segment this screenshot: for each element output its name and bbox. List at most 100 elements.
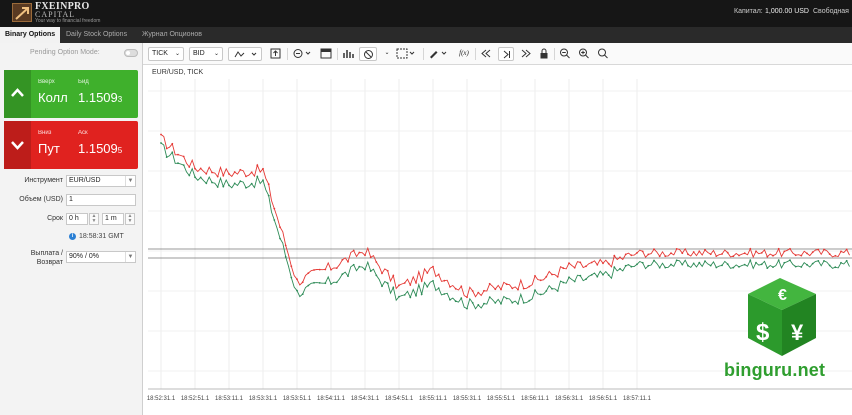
tick-point-ask bbox=[811, 251, 814, 254]
tick-point-ask bbox=[182, 155, 185, 158]
tick-point-ask bbox=[194, 167, 196, 170]
capital-label: Капитал: bbox=[734, 8, 763, 15]
tab-options-journal[interactable]: Журнал Опционов bbox=[137, 27, 207, 43]
tick-point-bid bbox=[704, 260, 706, 263]
tick-point-ask bbox=[704, 248, 706, 251]
tick-point-bid bbox=[392, 286, 395, 289]
x-tick-label: 18:56:51.1 bbox=[589, 396, 618, 402]
tick-point-ask bbox=[743, 252, 746, 255]
zoom-reset-icon bbox=[598, 48, 608, 59]
tick-point-bid bbox=[443, 293, 446, 295]
tick-point-ask bbox=[568, 262, 570, 264]
tick-point-bid bbox=[347, 275, 349, 277]
tick-point-ask bbox=[301, 281, 304, 284]
save-chart-button[interactable] bbox=[268, 47, 282, 61]
tick-point-ask bbox=[738, 254, 740, 257]
function-icon[interactable]: f(x) bbox=[457, 47, 471, 61]
x-tick-label: 18:55:31.1 bbox=[453, 396, 482, 402]
chevron-down-icon: ▼ bbox=[125, 176, 135, 186]
tick-point-bid bbox=[301, 293, 304, 295]
fast-forward-button[interactable] bbox=[519, 47, 533, 61]
tick-point-bid bbox=[664, 266, 667, 269]
tick-point-bid bbox=[381, 285, 383, 288]
tick-point-ask bbox=[420, 280, 423, 282]
period-select[interactable]: TICK ⌄ bbox=[148, 47, 184, 61]
layout-button[interactable] bbox=[395, 47, 419, 61]
instrument-value: EUR/USD bbox=[69, 177, 101, 184]
zoom-out-icon bbox=[560, 48, 570, 59]
tick-point-ask bbox=[721, 253, 723, 255]
tick-point-bid bbox=[630, 265, 633, 268]
tick-point-ask bbox=[590, 261, 593, 264]
tick-point-bid bbox=[783, 261, 786, 264]
tick-point-ask bbox=[426, 272, 429, 274]
chart-toolbar: TICK ⌄ BID ⌄ ⌄ f(x) bbox=[143, 43, 852, 65]
tick-point-bid bbox=[607, 274, 610, 276]
line-chart-icon bbox=[234, 51, 257, 58]
tick-point-ask bbox=[358, 251, 361, 254]
tick-point-ask bbox=[789, 247, 791, 250]
lock-icon bbox=[540, 48, 548, 59]
tick-point-bid bbox=[738, 266, 740, 268]
tick-point-bid bbox=[749, 259, 752, 262]
tab-daily-stock-options[interactable]: Daily Stock Options bbox=[61, 27, 132, 43]
tick-point-bid bbox=[777, 259, 780, 262]
step-forward-button[interactable] bbox=[498, 47, 514, 61]
tick-point-bid bbox=[409, 296, 412, 299]
tick-point-bid bbox=[624, 264, 627, 267]
x-tick-label: 18:54:31.1 bbox=[351, 396, 380, 402]
tick-point-bid bbox=[205, 182, 208, 185]
x-tick-label: 18:53:31.1 bbox=[249, 396, 278, 402]
tick-point-ask bbox=[466, 296, 468, 299]
indicator-remove-button[interactable] bbox=[291, 47, 315, 61]
price-type-select[interactable]: BID ⌄ bbox=[189, 47, 223, 61]
tick-point-bid bbox=[188, 174, 191, 177]
x-tick-label: 18:55:51.1 bbox=[487, 396, 516, 402]
rewind-button[interactable] bbox=[479, 47, 493, 61]
tick-point-ask bbox=[177, 153, 179, 156]
x-axis: 18:52:31.1 18:52:51.1 18:53:11.1 18:53:31.1… bbox=[147, 388, 852, 402]
tick-point-ask bbox=[460, 285, 463, 288]
x-tick-label: 18:56:31.1 bbox=[555, 396, 584, 402]
put-button[interactable]: Вниз Пут Аск 1.15095 bbox=[4, 121, 138, 169]
hide-objects-button[interactable] bbox=[359, 47, 377, 61]
term-hours-stepper[interactable]: ▲ ▼ bbox=[89, 213, 99, 225]
tick-point-bid bbox=[228, 184, 230, 187]
tick-point-bid bbox=[670, 263, 672, 266]
tick-point-bid bbox=[636, 263, 638, 266]
term-minutes-input[interactable]: 1 m bbox=[102, 213, 124, 225]
separator bbox=[475, 48, 476, 60]
term-hours-input[interactable]: 0 h bbox=[66, 213, 88, 225]
tick-point-ask bbox=[715, 255, 718, 257]
chevron-down-icon[interactable]: ⌄ bbox=[381, 47, 393, 61]
tick-point-bid bbox=[454, 300, 457, 303]
term-minutes-stepper[interactable]: ▲ ▼ bbox=[125, 213, 135, 225]
payout-select[interactable]: 90% / 0% ▼ bbox=[66, 251, 136, 263]
instrument-select[interactable]: EUR/USD ▼ bbox=[66, 175, 136, 187]
tick-point-ask bbox=[307, 272, 310, 274]
zoom-out-button[interactable] bbox=[558, 47, 572, 61]
chart-type-select[interactable] bbox=[228, 47, 262, 61]
panel-button[interactable] bbox=[319, 47, 333, 61]
tick-point-ask bbox=[585, 265, 587, 268]
tick-point-ask bbox=[313, 269, 315, 271]
zoom-reset-button[interactable] bbox=[596, 47, 610, 61]
drawing-tool-button[interactable] bbox=[427, 47, 451, 61]
volume-input[interactable]: 1 bbox=[66, 194, 136, 206]
tick-point-ask bbox=[409, 284, 412, 286]
tick-point-ask bbox=[636, 252, 638, 254]
lock-button[interactable] bbox=[538, 47, 550, 61]
pending-option-label: Pending Option Mode: bbox=[30, 49, 100, 56]
brand-logo[interactable]: FXEINPRO CAPITAL Your way to financial f… bbox=[12, 2, 122, 24]
zoom-in-button[interactable] bbox=[577, 47, 591, 61]
tick-point-ask bbox=[216, 175, 219, 178]
tick-point-ask bbox=[579, 261, 582, 264]
tab-binary-options[interactable]: Binary Options bbox=[0, 27, 61, 43]
pending-option-toggle[interactable] bbox=[124, 49, 138, 57]
tick-point-ask bbox=[845, 248, 848, 251]
tick-point-bid bbox=[420, 293, 423, 296]
tick-point-bid bbox=[602, 273, 604, 276]
tick-point-bid bbox=[324, 282, 327, 285]
call-button[interactable]: Вверх Колл Бид 1.15093 bbox=[4, 70, 138, 118]
volume-bars-button[interactable] bbox=[341, 47, 355, 61]
